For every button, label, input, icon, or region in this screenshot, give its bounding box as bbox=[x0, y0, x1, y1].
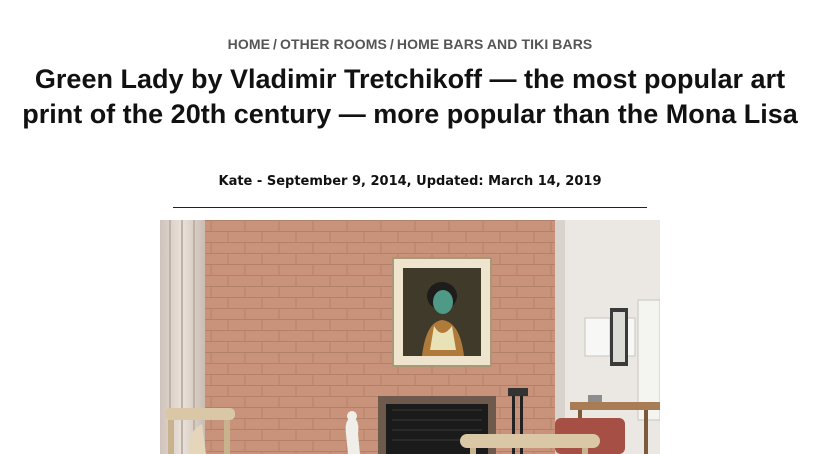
post-updated-date: March 14, 2019 bbox=[488, 174, 602, 189]
living-room-photo-icon bbox=[160, 220, 660, 454]
breadcrumb: HOME / OTHER ROOMS / HOME BARS AND TIKI BARS bbox=[0, 36, 820, 52]
header-divider bbox=[173, 207, 647, 208]
page: HOME / OTHER ROOMS / HOME BARS AND TIKI BARS… bbox=[0, 0, 820, 454]
post-date: September 9, 2014 bbox=[266, 174, 407, 189]
updated-label: , Updated: bbox=[406, 174, 489, 189]
featured-image[interactable] bbox=[160, 220, 660, 454]
breadcrumb-other-rooms-link[interactable]: OTHER ROOMS bbox=[280, 36, 387, 52]
breadcrumb-separator: / bbox=[273, 36, 278, 52]
post-meta: Kate - September 9, 2014, Updated: March… bbox=[0, 174, 820, 189]
breadcrumb-separator: / bbox=[389, 36, 394, 52]
post-author: Kate bbox=[218, 174, 253, 189]
breadcrumb-home-link[interactable]: HOME bbox=[228, 36, 270, 52]
page-title: Green Lady by Vladimir Tretchikoff — the… bbox=[22, 64, 798, 129]
breadcrumb-home-bars-link[interactable]: HOME BARS AND TIKI BARS bbox=[397, 36, 592, 52]
meta-separator: - bbox=[252, 174, 267, 189]
